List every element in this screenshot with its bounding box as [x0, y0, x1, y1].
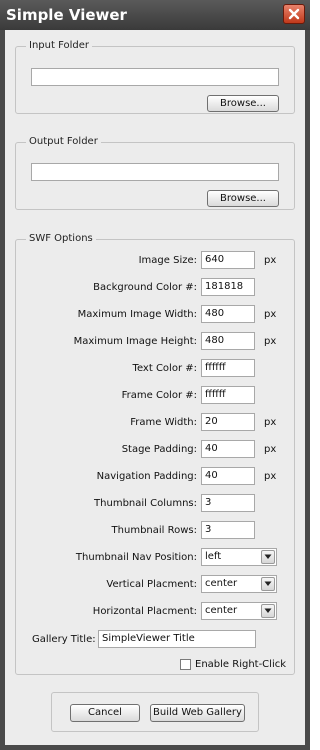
enable-right-click-checkbox[interactable] — [180, 659, 191, 670]
output-folder-legend: Output Folder — [26, 136, 101, 147]
navigation-padding-label: Navigation Padding: — [96, 471, 197, 482]
output-folder-field[interactable] — [31, 163, 279, 181]
thumbnail-nav-position-select[interactable]: left — [201, 548, 277, 566]
thumbnail-nav-position-label: Thumbnail Nav Position: — [75, 552, 197, 563]
frame-color-field[interactable]: ffffff — [201, 386, 255, 404]
output-folder-group: Output Folder Browse... — [15, 136, 295, 210]
navigation-padding-field[interactable]: 40 — [201, 467, 255, 485]
stage-padding-label: Stage Padding: — [121, 444, 197, 455]
title-bar[interactable]: Simple Viewer — [0, 0, 310, 30]
thumbnail-columns-label: Thumbnail Columns: — [94, 498, 197, 509]
chevron-down-icon[interactable] — [261, 604, 275, 618]
background-color-label: Background Color #: — [93, 282, 197, 293]
vertical-placement-select[interactable]: center — [201, 575, 277, 593]
window-title: Simple Viewer — [6, 6, 127, 24]
swf-options-legend: SWF Options — [26, 233, 96, 244]
input-folder-field[interactable] — [31, 68, 279, 86]
stage-padding-unit: px — [264, 444, 277, 455]
frame-color-label: Frame Color #: — [121, 390, 197, 401]
image-size-field[interactable]: 640 — [201, 251, 255, 269]
gallery-title-field[interactable]: SimpleViewer Title — [98, 630, 256, 648]
build-web-gallery-button[interactable]: Build Web Gallery — [150, 704, 245, 722]
close-button[interactable] — [283, 4, 305, 24]
simple-viewer-window: Simple Viewer Input Folder Browse... Out… — [0, 0, 310, 750]
enable-right-click-label[interactable]: Enable Right-Click — [195, 659, 286, 670]
text-color-label: Text Color #: — [132, 363, 197, 374]
max-image-width-unit: px — [264, 309, 277, 320]
chevron-down-icon[interactable] — [261, 577, 275, 591]
dialog-body: Input Folder Browse... Output Folder Bro… — [5, 30, 305, 745]
close-icon — [288, 8, 300, 20]
vertical-placement-label: Vertical Placment: — [106, 579, 197, 590]
input-folder-group: Input Folder Browse... — [15, 40, 295, 114]
image-size-label: Image Size: — [138, 255, 197, 266]
chevron-down-icon[interactable] — [261, 550, 275, 564]
gallery-title-label: Gallery Title: — [32, 634, 96, 645]
input-folder-legend: Input Folder — [26, 40, 92, 51]
output-browse-button[interactable]: Browse... — [207, 190, 279, 207]
image-size-unit: px — [264, 255, 277, 266]
max-image-width-label: Maximum Image Width: — [77, 309, 197, 320]
navigation-padding-unit: px — [264, 471, 277, 482]
thumbnail-nav-position-value: left — [205, 551, 222, 562]
cancel-button[interactable]: Cancel — [70, 704, 140, 722]
max-image-height-label: Maximum Image Height: — [73, 336, 197, 347]
thumbnail-columns-field[interactable]: 3 — [201, 494, 255, 512]
stage-padding-field[interactable]: 40 — [201, 440, 255, 458]
thumbnail-rows-label: Thumbnail Rows: — [111, 525, 197, 536]
vertical-placement-value: center — [205, 578, 238, 589]
horizontal-placement-label: Horizontal Placment: — [92, 606, 197, 617]
horizontal-placement-select[interactable]: center — [201, 602, 277, 620]
frame-width-label: Frame Width: — [130, 417, 197, 428]
background-color-field[interactable]: 181818 — [201, 278, 255, 296]
max-image-height-unit: px — [264, 336, 277, 347]
frame-width-unit: px — [264, 417, 277, 428]
input-browse-button[interactable]: Browse... — [207, 95, 279, 112]
swf-options-group: SWF Options Image Size: 640 px Backgroun… — [15, 233, 295, 675]
horizontal-placement-value: center — [205, 605, 238, 616]
frame-width-field[interactable]: 20 — [201, 413, 255, 431]
thumbnail-rows-field[interactable]: 3 — [201, 521, 255, 539]
max-image-width-field[interactable]: 480 — [201, 305, 255, 323]
max-image-height-field[interactable]: 480 — [201, 332, 255, 350]
text-color-field[interactable]: ffffff — [201, 359, 255, 377]
actions-group: Cancel Build Web Gallery — [51, 692, 259, 732]
